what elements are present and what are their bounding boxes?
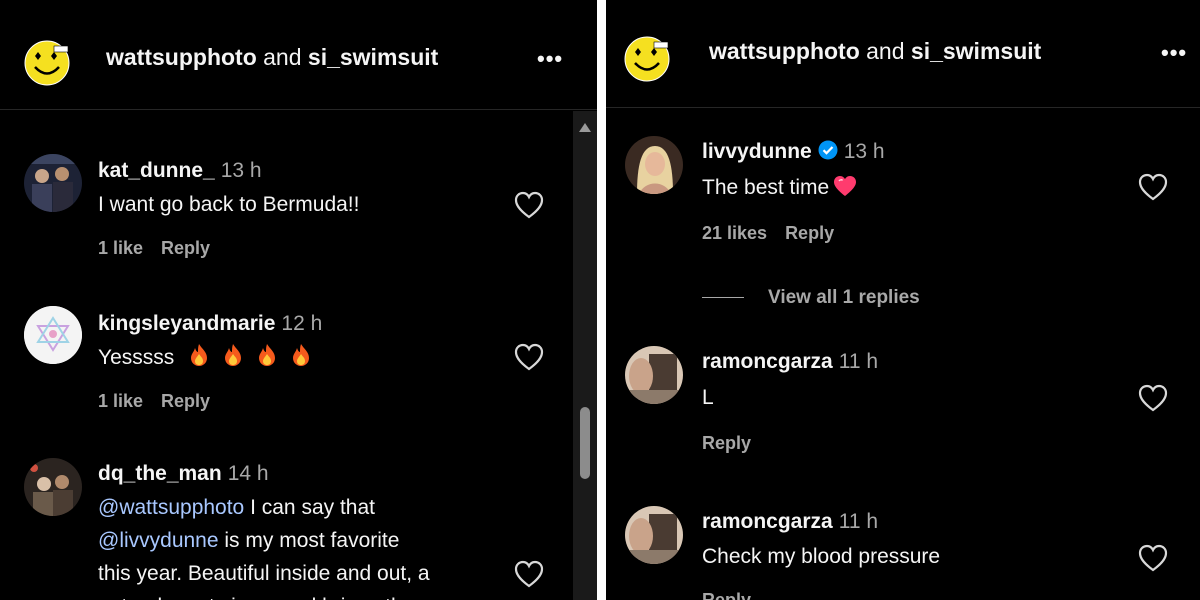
comment-time: 11 h: [838, 510, 879, 533]
avatar[interactable]: [24, 458, 82, 516]
like-heart-icon[interactable]: [1138, 544, 1168, 572]
comment-meta: Reply: [702, 590, 751, 600]
replies-divider-line: [702, 297, 744, 299]
left-comments-panel: wattsupphoto and si_swimsuit ••• kat_dun…: [0, 0, 597, 600]
comment-text: I want go back to Bermuda!!: [98, 193, 360, 216]
comment-time: 12 h: [281, 312, 323, 335]
like-heart-icon[interactable]: [514, 343, 544, 371]
comment-text: Yesssss: [98, 341, 310, 374]
reply-button[interactable]: Reply: [161, 238, 210, 258]
verified-badge-icon: [818, 140, 838, 160]
reply-button[interactable]: Reply: [702, 433, 751, 453]
comment-meta: 1 like Reply: [98, 238, 210, 259]
avatar[interactable]: [625, 346, 683, 404]
and-label: and: [866, 38, 905, 64]
avatar[interactable]: [625, 136, 683, 194]
like-heart-icon[interactable]: [514, 560, 544, 588]
scrollbar-thumb[interactable]: [580, 407, 590, 479]
collaborator-username[interactable]: si_swimsuit: [911, 38, 1041, 64]
comment-username[interactable]: livvydunne 13 h: [702, 140, 885, 164]
heart-emoji-icon: [834, 176, 857, 196]
comment-meta: 21 likes Reply: [702, 223, 834, 244]
smiley-logo-avatar[interactable]: [24, 40, 70, 86]
comment-text: @wattsupphoto I can say that @livvydunne…: [98, 496, 430, 600]
owner-username[interactable]: wattsupphoto: [106, 44, 257, 70]
comment-meta: 1 like Reply: [98, 391, 210, 412]
comment-time: 11 h: [838, 350, 879, 373]
fire-emoji-icon: [191, 344, 208, 366]
avatar[interactable]: [24, 306, 82, 364]
avatar[interactable]: [625, 506, 683, 564]
reply-button[interactable]: Reply: [702, 590, 751, 600]
mention-link[interactable]: @wattsupphoto: [98, 496, 244, 519]
comment-meta: Reply: [702, 433, 751, 454]
like-heart-icon[interactable]: [1138, 384, 1168, 412]
comment-username[interactable]: ramoncgarza 11 h: [702, 510, 878, 534]
smiley-logo-avatar[interactable]: [624, 36, 670, 82]
more-options-button[interactable]: •••: [537, 46, 563, 72]
like-count[interactable]: 1 like: [98, 238, 143, 258]
and-label: and: [263, 44, 302, 70]
fire-emoji-icon: [225, 344, 242, 366]
post-header: wattsupphoto and si_swimsuit •••: [606, 0, 1200, 108]
like-count[interactable]: 1 like: [98, 391, 143, 411]
view-replies-button[interactable]: View all 1 replies: [702, 287, 920, 309]
like-heart-icon[interactable]: [514, 191, 544, 219]
scroll-up-arrow-icon[interactable]: [579, 123, 591, 132]
vertical-scrollbar[interactable]: [573, 111, 597, 600]
more-options-button[interactable]: •••: [1161, 40, 1187, 66]
avatar[interactable]: [24, 154, 82, 212]
comment-username[interactable]: ramoncgarza 11 h: [702, 350, 878, 374]
reply-button[interactable]: Reply: [161, 391, 210, 411]
reply-button[interactable]: Reply: [785, 223, 834, 243]
comment-time: 13 h: [220, 159, 262, 182]
comment-username[interactable]: dq_the_man 14 h: [98, 462, 269, 486]
right-comments-panel: wattsupphoto and si_swimsuit ••• livvydu…: [606, 0, 1200, 600]
post-header: wattsupphoto and si_swimsuit •••: [0, 0, 597, 110]
mention-link[interactable]: @livvydunne: [98, 529, 219, 552]
comment-text: The best time: [702, 171, 857, 204]
comment-text: Check my blood pressure: [702, 545, 941, 568]
post-owners[interactable]: wattsupphoto and si_swimsuit: [709, 38, 1041, 65]
post-owners[interactable]: wattsupphoto and si_swimsuit: [106, 44, 438, 71]
comment-time: 13 h: [843, 140, 885, 163]
owner-username[interactable]: wattsupphoto: [709, 38, 860, 64]
fire-emoji-icon: [259, 344, 276, 366]
fire-emoji-icon: [293, 344, 310, 366]
comment-username[interactable]: kat_dunne_ 13 h: [98, 159, 262, 183]
like-count[interactable]: 21 likes: [702, 223, 767, 243]
comment-time: 14 h: [227, 462, 269, 485]
comment-username[interactable]: kingsleyandmarie 12 h: [98, 312, 322, 336]
like-heart-icon[interactable]: [1138, 173, 1168, 201]
comment-text: L: [702, 386, 714, 409]
collaborator-username[interactable]: si_swimsuit: [308, 44, 438, 70]
